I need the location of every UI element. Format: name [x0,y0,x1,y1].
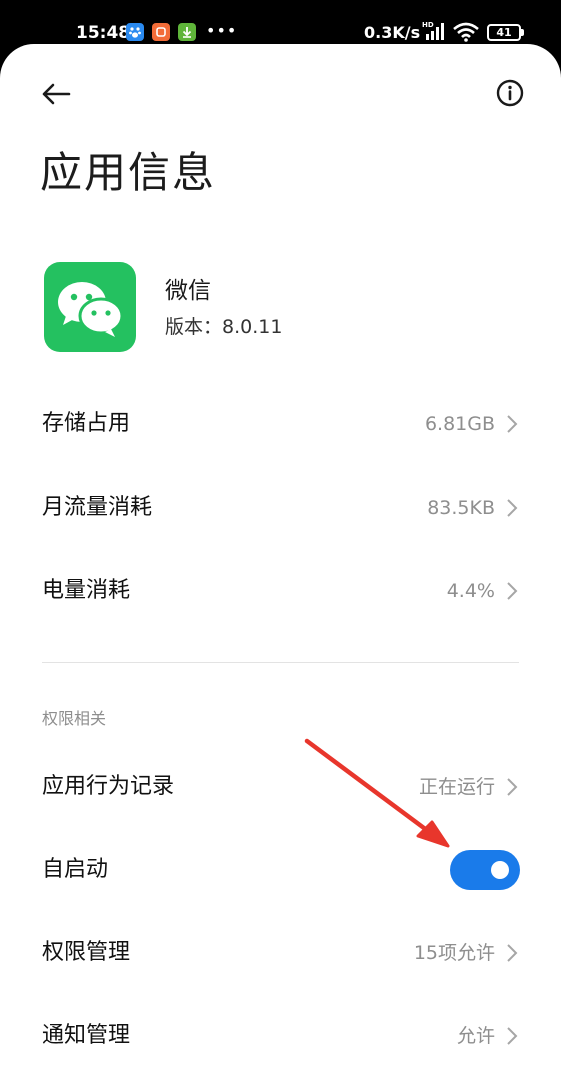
battery-icon: 41 [487,24,524,41]
baidu-app-icon [126,23,144,41]
battery-usage-row[interactable]: 电量消耗 4.4% [0,556,561,626]
status-time: 15:48 [76,23,131,43]
app-info-page: 应用信息 微信 版本：8.0.11 存储占用 6.81GB 月流量消耗 83.5… [0,44,561,1080]
chevron-right-icon [507,582,518,600]
permission-count-value: 15项允许 [413,942,495,964]
wechat-logo-icon [44,262,136,352]
autostart-toggle[interactable] [450,850,520,890]
notification-management-row[interactable]: 通知管理 允许 [0,1001,561,1071]
row-label: 权限管理 [42,940,131,965]
chevron-right-icon [507,778,518,796]
row-label: 应用行为记录 [42,774,175,799]
storage-value: 6.81GB [424,413,495,435]
data-usage-row[interactable]: 月流量消耗 83.5KB [0,473,561,543]
download-icon [178,23,196,41]
taobao-app-icon [152,23,170,41]
data-usage-value: 83.5KB [427,497,495,519]
battery-usage-value: 4.4% [446,580,495,602]
network-speed: 0.3K/s [364,23,421,42]
behavior-record-row[interactable]: 应用行为记录 正在运行 [0,752,561,822]
hd-tag: HD [422,21,434,29]
app-version: 版本：8.0.11 [165,316,283,338]
info-circle-icon [496,79,524,107]
section-divider [42,662,519,663]
wifi-icon [452,22,480,46]
storage-row[interactable]: 存储占用 6.81GB [0,389,561,459]
row-label: 月流量消耗 [42,495,153,520]
row-label: 通知管理 [42,1023,131,1048]
back-button[interactable] [38,76,74,112]
app-name: 微信 [165,278,211,304]
chevron-right-icon [507,944,518,962]
notification-value: 允许 [456,1025,495,1047]
toggle-knob [491,861,509,879]
chevron-right-icon [507,1027,518,1045]
row-label: 电量消耗 [42,578,131,603]
signal-icon: HD [420,20,448,46]
permissions-section-title: 权限相关 [42,709,107,728]
row-label: 自启动 [42,857,109,882]
row-label: 存储占用 [42,411,131,436]
behavior-record-value: 正在运行 [418,776,495,798]
info-button[interactable] [496,79,524,107]
more-notifications-dots: ••• [206,21,238,40]
page-title: 应用信息 [40,148,217,197]
chevron-right-icon [507,499,518,517]
arrow-left-icon [42,83,71,105]
permission-management-row[interactable]: 权限管理 15项允许 [0,918,561,988]
chevron-right-icon [507,415,518,433]
